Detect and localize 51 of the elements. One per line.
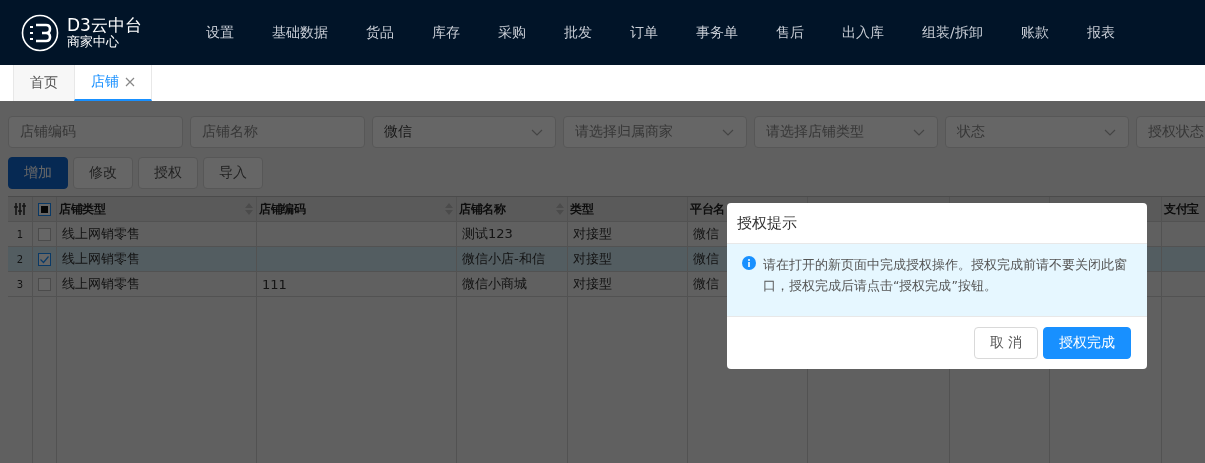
add-button[interactable]: 增加	[8, 157, 68, 189]
row-checkbox[interactable]	[38, 277, 51, 291]
table-cell: 对接型	[568, 247, 688, 272]
toolbar-button[interactable]: 授权	[138, 157, 198, 189]
nav-item[interactable]: 批发	[564, 23, 592, 42]
toolbar-button[interactable]: 修改	[73, 157, 133, 189]
tab[interactable]: 首页	[13, 65, 74, 101]
table-cell: 微信小商城	[457, 272, 568, 297]
column-header[interactable]: 店铺类型	[59, 200, 105, 218]
chevron-down-icon	[722, 128, 734, 136]
nav-item[interactable]: 组装/拆卸	[922, 23, 983, 42]
row-number: 2	[8, 247, 33, 272]
column-header: 支付宝	[1164, 200, 1199, 218]
chevron-down-icon	[1104, 128, 1116, 136]
nav-item[interactable]: 事务单	[696, 23, 738, 42]
column-settings-icon[interactable]	[14, 202, 26, 216]
chevron-down-icon	[913, 128, 925, 136]
column-header: 平台名	[690, 200, 725, 218]
row-checkbox[interactable]	[38, 227, 51, 241]
app-title: D3云中台	[67, 15, 142, 34]
column-header[interactable]: 店铺编码	[259, 200, 305, 218]
column-header[interactable]: 店铺名称	[459, 200, 505, 218]
nav-item[interactable]: 设置	[206, 23, 234, 42]
cancel-button[interactable]: 取 消	[973, 327, 1038, 359]
toolbar-button[interactable]: 导入	[203, 157, 263, 189]
chevron-down-icon	[531, 128, 543, 136]
table-cell: 线上网销零售	[57, 247, 257, 272]
table-cell: 微信小店-和信	[457, 247, 568, 272]
logo-icon	[21, 13, 59, 52]
tab[interactable]: 店铺	[74, 65, 152, 101]
table-cell: 111	[257, 272, 457, 297]
nav-item[interactable]: 售后	[776, 23, 804, 42]
table-cell: 线上网销零售	[57, 272, 257, 297]
table-cell: 对接型	[568, 272, 688, 297]
nav-item[interactable]: 基础数据	[272, 23, 328, 42]
app-subtitle: 商家中心	[67, 33, 120, 50]
nav-item[interactable]: 采购	[498, 23, 526, 42]
column-header: 类型	[570, 200, 593, 218]
nav-item[interactable]: 账款	[1020, 23, 1049, 42]
nav-item[interactable]: 出入库	[842, 23, 884, 42]
nav-item[interactable]: 货品	[366, 23, 394, 42]
nav-item[interactable]: 报表	[1086, 23, 1115, 42]
info-icon	[742, 256, 756, 270]
nav-item[interactable]: 库存	[432, 23, 460, 42]
confirm-button[interactable]: 授权完成	[1043, 327, 1131, 359]
select-all-checkbox[interactable]	[38, 202, 51, 216]
nav-item[interactable]: 订单	[630, 23, 658, 42]
row-number: 3	[8, 272, 33, 297]
row-checkbox[interactable]	[38, 252, 51, 266]
select-field[interactable]: 微信	[372, 116, 556, 148]
close-icon[interactable]	[125, 77, 135, 87]
